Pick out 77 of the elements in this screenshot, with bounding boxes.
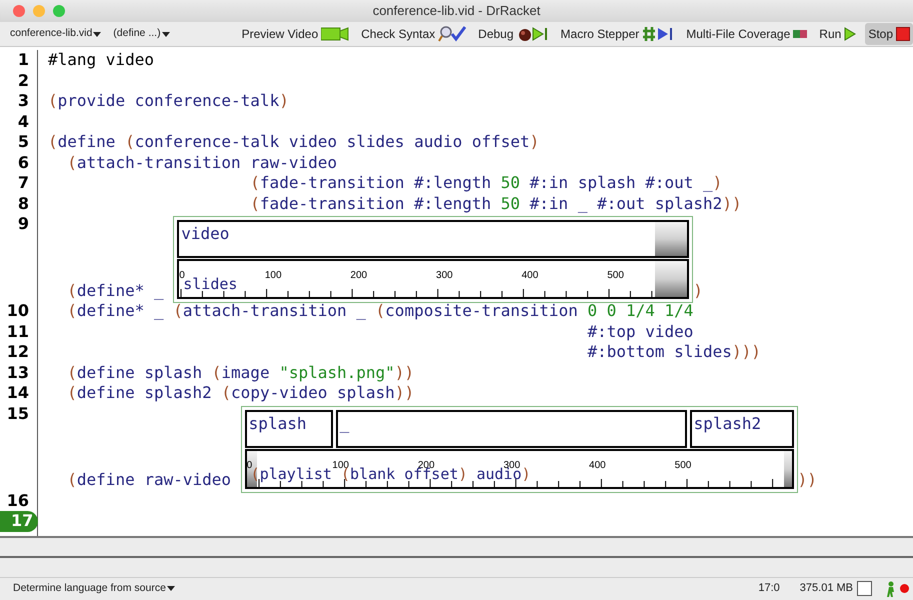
toolbar-button[interactable]: Macro Stepper [558,23,678,45]
magnifier-check-icon [438,26,466,42]
line-number: 9 [16,214,30,234]
code-line: (define* _ (attach-transition _ (composite-transition 0 0 1/4 1/4 [66,301,694,322]
toolbar-button[interactable]: Stop [865,23,913,45]
line-number: 6 [16,152,30,173]
line-number: 3 [16,91,30,112]
window-title: conference-lib.vid - DrRacket [372,2,540,20]
ruler-label: 300 [503,460,520,470]
line-number: 17 [0,511,38,532]
code-line: (attach-transition raw-video [66,152,337,173]
toolbar-button[interactable]: Run [816,23,860,45]
code-line: (define splash (image "splash.png")) [66,362,414,383]
memory-usage: 375.01 MB [800,581,853,596]
clip-block[interactable]: _ [336,410,687,448]
toolbar-button[interactable]: Debug [475,23,552,45]
ruler-label: 400 [589,460,606,470]
line-number: 8 [16,194,30,214]
walking-figure-icon [886,580,896,596]
ruler-label: 500 [674,460,692,470]
caret-icon [166,586,175,591]
code-line: (fade-transition #:length 50 #:in splash #:out _) [249,173,722,194]
code-line: )) [798,470,817,490]
code-editor[interactable] [0,47,913,538]
toolbar-button[interactable]: Check Syntax [358,23,470,45]
language-dropdown[interactable]: Determine language from source [13,580,175,596]
ruler-label: 0 [246,460,252,470]
caret-icon [93,32,102,36]
code-line: ) [693,280,703,301]
code-line: #:bottom slides))) [586,342,761,362]
line-number: 12 [6,342,30,362]
dropdown-menu[interactable]: (define ...) [113,26,170,42]
code-line: #lang video [48,50,154,70]
dropdown-menu[interactable]: conference-lib.vid [10,26,102,42]
line-number: 5 [16,132,30,152]
ruler-label: 200 [350,270,368,281]
caret-icon [162,32,170,36]
track-handle[interactable] [655,261,688,297]
code-line: (define (conference-talk video slides audio offset) [48,132,540,152]
track-handle[interactable] [655,222,688,256]
ruler-label: 500 [607,270,624,281]
code-line: (define raw-video [66,470,232,490]
clip-block[interactable]: splash [244,410,333,448]
clip-label: slides [183,277,238,292]
clip-block[interactable]: splash2 [690,410,794,448]
cursor-position: 17:0 [758,581,780,596]
line-number: 10 [6,301,30,322]
toolbar-button[interactable]: Preview Video [238,23,352,45]
line-number: 2 [16,70,30,91]
line-number: 15 [6,404,30,424]
close-button[interactable] [13,5,25,17]
hash-play-icon [642,26,674,42]
ruler-label: 0 [179,270,185,281]
film-icon [321,27,350,41]
status-indicator [857,581,872,596]
play-icon [844,27,856,41]
code-line: (define* _ [66,280,165,301]
code-line: (fade-transition #:length 50 #:in _ #:out splash2)) [249,194,742,214]
line-number: 14 [6,383,30,404]
code-line: (provide conference-talk) [48,91,289,112]
line-number: 11 [6,322,30,342]
stop-icon [896,27,910,41]
ball-play-icon [516,26,549,42]
track-handle[interactable] [784,450,792,486]
code-line: (define splash2 (copy-video splash)) [66,383,414,404]
toolbar-button[interactable]: Multi-File Coverage [683,23,810,45]
coverage-icon [793,30,808,38]
code-line: #:top video [586,322,694,342]
line-number: 13 [6,362,30,383]
line-number: 4 [16,112,30,132]
line-number: 7 [16,173,30,194]
track-handle[interactable] [246,450,257,486]
ruler-label: 400 [522,270,538,281]
ruler-label: 300 [436,270,453,281]
line-number: 16 [6,490,30,511]
line-number: 1 [16,50,30,70]
ruler-label: 100 [264,270,282,281]
